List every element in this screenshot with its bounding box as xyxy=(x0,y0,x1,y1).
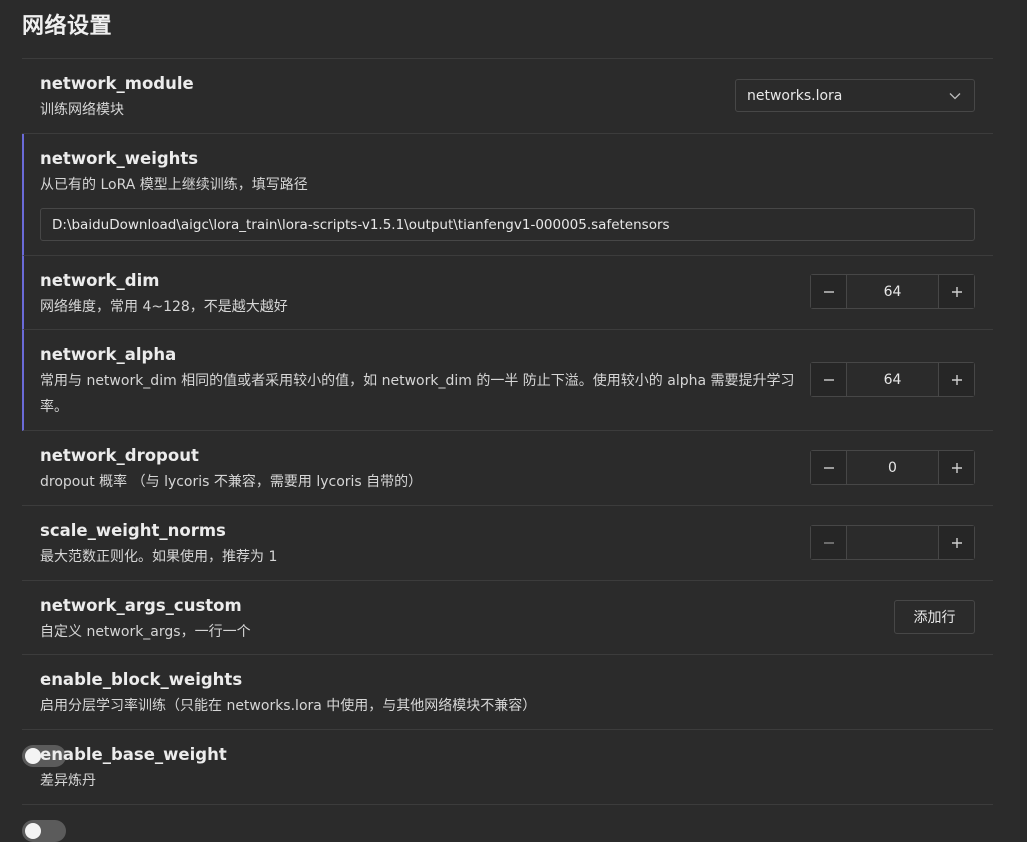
setting-description: 差异炼丹 xyxy=(40,773,96,789)
network-alpha-stepper[interactable]: 64 xyxy=(810,362,975,397)
add-row-button[interactable]: 添加行 xyxy=(894,600,975,634)
minus-icon xyxy=(823,378,834,381)
minus-icon xyxy=(823,290,834,293)
setting-name: enable_block_weights xyxy=(40,670,243,689)
setting-name: network_weights xyxy=(40,149,199,168)
chevron-down-icon xyxy=(948,89,962,103)
row-enable-block-weights: enable_block_weights 启用分层学习率训练（只能在 netwo… xyxy=(22,655,993,767)
network-dropout-stepper[interactable]: 0 xyxy=(810,450,975,485)
plus-icon xyxy=(951,286,962,297)
row-network-module: network_module 训练网络模块 networks.lora xyxy=(22,59,993,134)
increment-button[interactable] xyxy=(938,526,974,559)
decrement-button[interactable] xyxy=(811,451,847,484)
setting-description: 从已有的 LoRA 模型上继续训练，填写路径 xyxy=(40,177,308,193)
setting-description: 启用分层学习率训练（只能在 networks.lora 中使用，与其他网络模块不… xyxy=(40,698,537,714)
row-network-dropout: network_dropout dropout 概率 （与 lycoris 不兼… xyxy=(22,431,993,506)
stepper-value[interactable]: 64 xyxy=(847,363,938,396)
setting-name: enable_base_weight xyxy=(40,745,227,764)
settings-list: network_module 训练网络模块 networks.lora netw… xyxy=(22,58,993,842)
stepper-value[interactable]: 64 xyxy=(847,275,938,308)
stepper-value[interactable] xyxy=(847,526,938,559)
row-network-alpha: network_alpha 常用与 network_dim 相同的值或者采用较小… xyxy=(22,330,993,431)
plus-icon xyxy=(951,374,962,385)
minus-icon xyxy=(823,541,834,544)
row-enable-base-weight: enable_base_weight 差异炼丹 xyxy=(22,730,993,842)
section-title: 网络设置 xyxy=(22,14,113,39)
increment-button[interactable] xyxy=(938,275,974,308)
row-scale-weight-norms: scale_weight_norms 最大范数正则化。如果使用，推荐为 1 xyxy=(22,506,993,581)
network-weights-input[interactable]: D:\baiduDownload\aigc\lora_train\lora-sc… xyxy=(40,208,975,241)
increment-button[interactable] xyxy=(938,451,974,484)
setting-name: network_args_custom xyxy=(40,596,242,615)
row-network-args-custom: network_args_custom 自定义 network_args，一行一… xyxy=(22,581,993,655)
row-network-dim: network_dim 网络维度，常用 4~128，不是越大越好 64 xyxy=(22,256,993,330)
scale-weight-norms-stepper[interactable] xyxy=(810,525,975,560)
select-value: networks.lora xyxy=(747,87,843,104)
network-module-select[interactable]: networks.lora xyxy=(735,79,975,112)
minus-icon xyxy=(823,466,834,469)
setting-description: 自定义 network_args，一行一个 xyxy=(40,624,251,640)
decrement-button[interactable] xyxy=(811,526,847,559)
input-value: D:\baiduDownload\aigc\lora_train\lora-sc… xyxy=(52,217,670,233)
enable-base-weight-toggle[interactable] xyxy=(22,820,66,842)
plus-icon xyxy=(951,462,962,473)
row-network-weights: network_weights 从已有的 LoRA 模型上继续训练，填写路径 D… xyxy=(22,134,993,256)
setting-description: 常用与 network_dim 相同的值或者采用较小的值，如 network_d… xyxy=(40,373,795,415)
network-dim-stepper[interactable]: 64 xyxy=(810,274,975,309)
decrement-button[interactable] xyxy=(811,275,847,308)
plus-icon xyxy=(951,537,962,548)
decrement-button[interactable] xyxy=(811,363,847,396)
toggle-knob xyxy=(25,823,41,839)
resize-grip-icon[interactable] xyxy=(964,230,972,238)
stepper-value[interactable]: 0 xyxy=(847,451,938,484)
increment-button[interactable] xyxy=(938,363,974,396)
